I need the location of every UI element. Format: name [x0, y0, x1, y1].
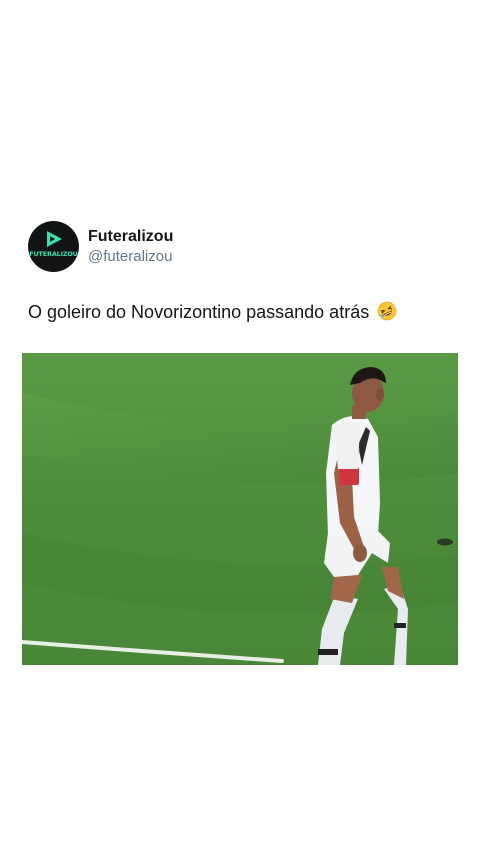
account-handle[interactable]: @futeralizou — [88, 247, 173, 266]
rolling-on-floor-laughing-emoji-icon — [377, 301, 397, 321]
post-text-body: O goleiro do Novorizontino passando atrá… — [28, 302, 370, 322]
account-names: Futeralizou @futeralizou — [88, 227, 173, 266]
post-header: FUTERALIZOU Futeralizou @futeralizou — [28, 221, 173, 272]
play-logo-icon — [47, 231, 62, 247]
avatar[interactable]: FUTERALIZOU — [28, 221, 79, 272]
post-text: O goleiro do Novorizontino passando atrá… — [28, 300, 397, 324]
soccer-player-image — [22, 353, 458, 665]
avatar-logo-text: FUTERALIZOU — [29, 250, 78, 258]
post-media[interactable] — [22, 353, 458, 665]
display-name[interactable]: Futeralizou — [88, 227, 173, 247]
post-screen: FUTERALIZOU Futeralizou @futeralizou O g… — [0, 0, 480, 854]
